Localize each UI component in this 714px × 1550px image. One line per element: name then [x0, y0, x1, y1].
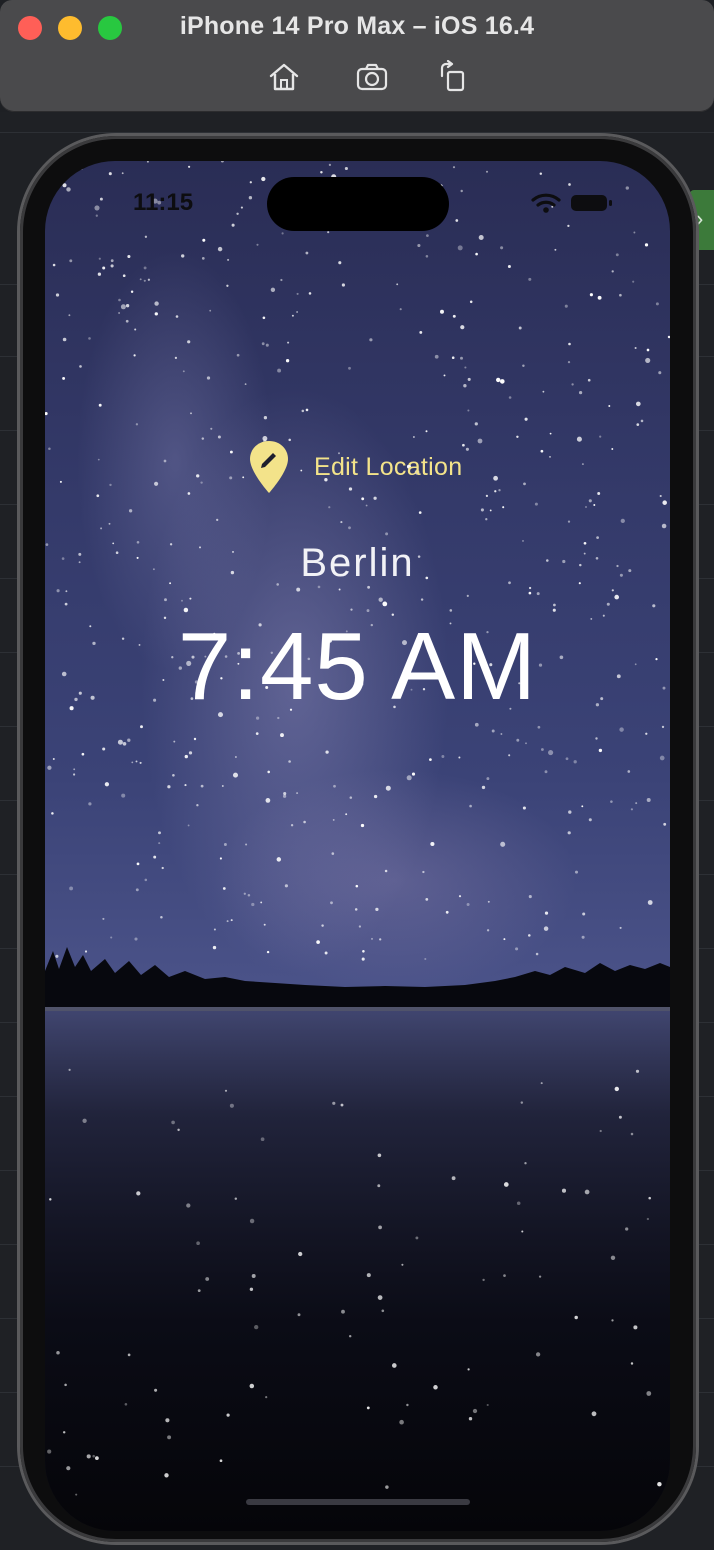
reflection-stars — [47, 1068, 662, 1496]
home-icon — [269, 63, 299, 91]
rotate-button[interactable] — [436, 59, 470, 94]
dynamic-island — [267, 177, 449, 231]
simulator-titlebar: iPhone 14 Pro Max – iOS 16.4 — [0, 0, 714, 112]
location-edit-icon — [250, 441, 288, 493]
app-screen[interactable]: 11:15 Edit Location Berlin 7:45 AM — [45, 161, 670, 1531]
status-bar-icons — [531, 191, 621, 215]
city-time: 7:45 AM — [177, 613, 538, 720]
edit-location-button[interactable]: Edit Location — [248, 439, 462, 495]
status-bar-time: 11:15 — [133, 189, 194, 216]
rotate-icon — [440, 59, 465, 92]
city-name: Berlin — [300, 541, 415, 585]
home-indicator[interactable] — [246, 1499, 470, 1505]
window-title: iPhone 14 Pro Max – iOS 16.4 — [179, 12, 535, 40]
battery-icon — [571, 195, 612, 211]
edit-location-label: Edit Location — [314, 452, 463, 481]
wifi-icon — [531, 193, 561, 213]
camera-icon — [356, 63, 388, 91]
home-button[interactable] — [267, 60, 301, 94]
screenshot-button[interactable] — [355, 60, 389, 94]
